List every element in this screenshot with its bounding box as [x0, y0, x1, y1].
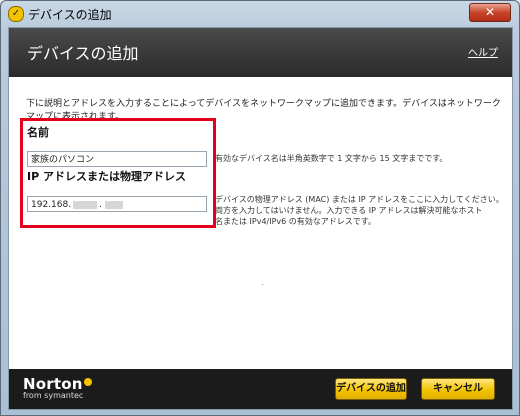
- address-hint-line: 名または IPv4/IPv6 の有効なアドレスです。: [215, 217, 376, 226]
- logo-subtext: from symantec: [23, 391, 84, 400]
- add-device-button[interactable]: デバイスの追加: [335, 378, 407, 400]
- highlight-box: [20, 118, 216, 228]
- address-hint-line: デバイスの物理アドレス (MAC) または IP アドレスをここに入力してくださ…: [215, 195, 504, 204]
- stray-pixel: [262, 284, 263, 285]
- name-hint: 有効なデバイス名は半角英数字で 1 文字から 15 文字までです。: [215, 154, 448, 163]
- help-link[interactable]: ヘルプ: [468, 44, 498, 59]
- cancel-button[interactable]: キャンセル: [421, 378, 495, 400]
- address-hint: デバイスの物理アドレス (MAC) または IP アドレスをここに入力してくださ…: [215, 194, 504, 227]
- norton-check-icon: ✓: [8, 6, 24, 22]
- title-bar[interactable]: ✓ デバイスの追加 ✕: [1, 1, 519, 25]
- norton-logo: Norton from symantec: [23, 375, 92, 400]
- add-device-window: ✓ デバイスの追加 ✕ デバイスの追加 ヘルプ 下に説明とアドレスを入力すること…: [0, 0, 520, 416]
- page-title: デバイスの追加: [27, 44, 139, 63]
- close-button[interactable]: ✕: [469, 3, 511, 22]
- dialog-header: デバイスの追加 ヘルプ: [9, 28, 512, 77]
- address-hint-line: 両方を入力してはいけません。入力できる IP アドレスは解決可能なホスト: [215, 206, 483, 215]
- dialog-content: デバイスの追加 ヘルプ 下に説明とアドレスを入力することによってデバイスをネット…: [8, 27, 513, 410]
- window-title: デバイスの追加: [28, 8, 112, 22]
- dialog-footer: Norton from symantec デバイスの追加 キャンセル: [9, 369, 512, 409]
- logo-check-icon: [83, 378, 92, 386]
